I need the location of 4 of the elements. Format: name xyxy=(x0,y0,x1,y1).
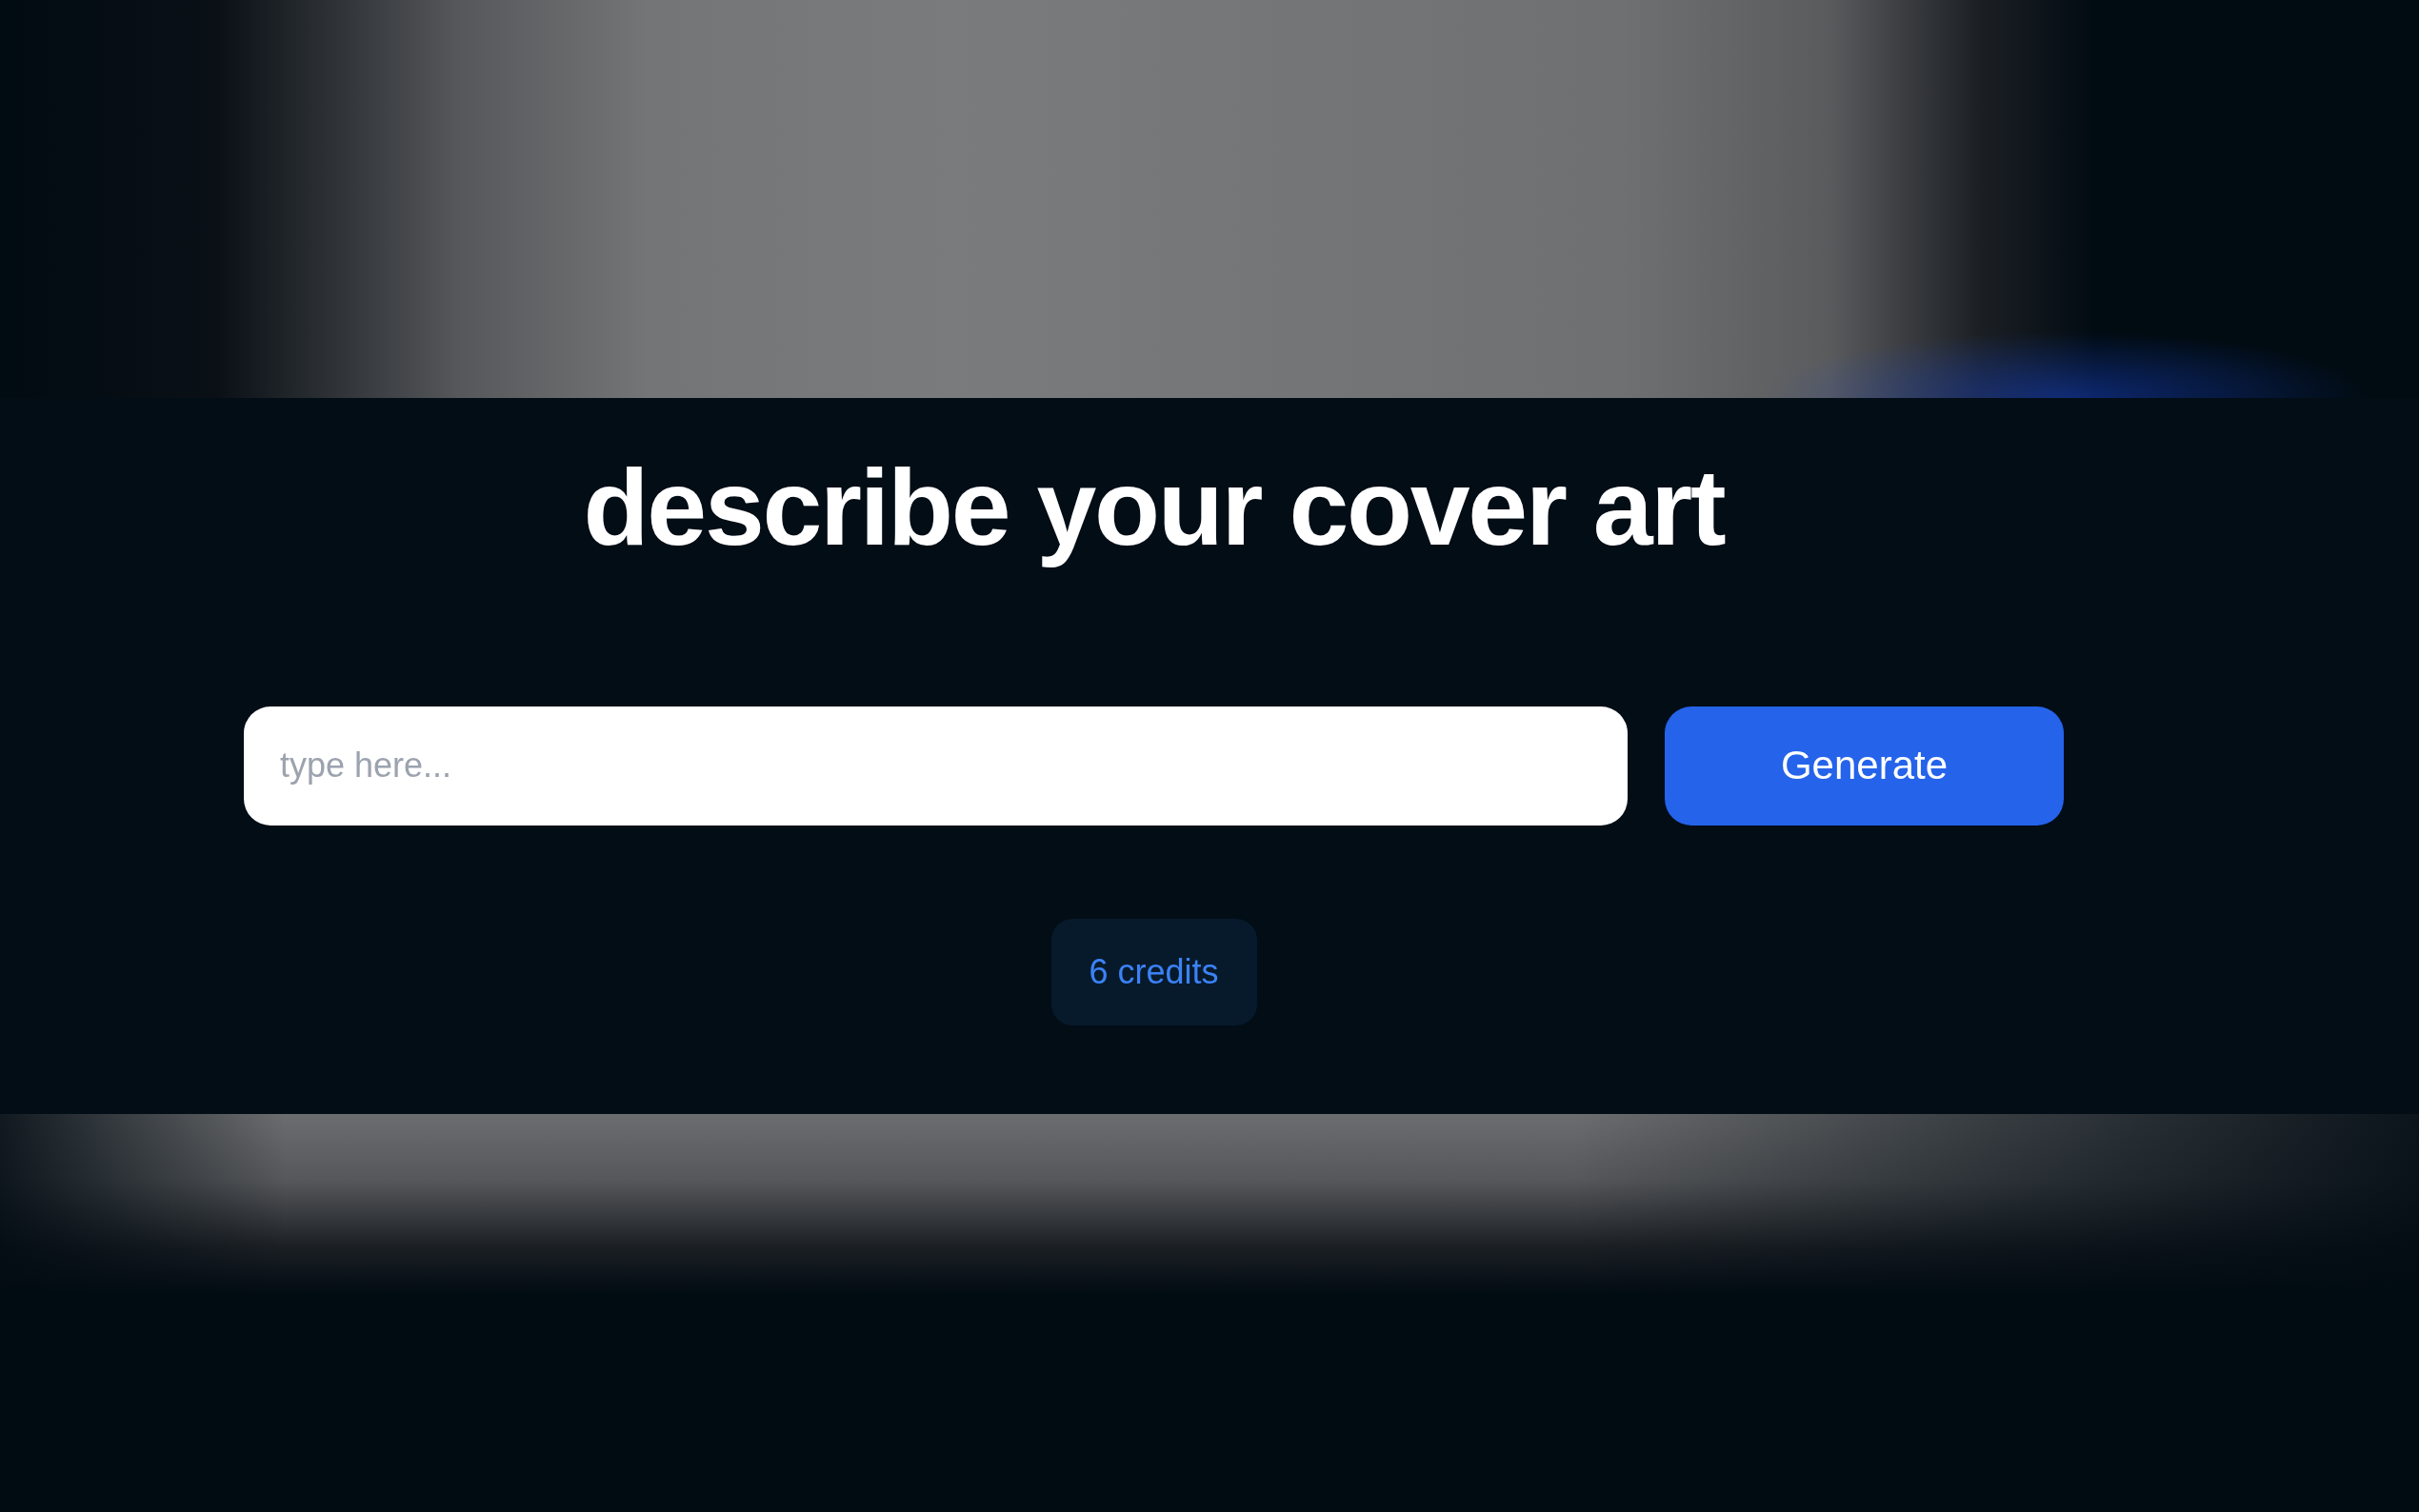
credits-badge: 6 credits xyxy=(1050,918,1257,1025)
generate-button[interactable]: Generate xyxy=(1665,706,2064,826)
prompt-field[interactable]: type here... xyxy=(244,706,1628,826)
page-heading: describe your cover art xyxy=(582,447,1726,569)
